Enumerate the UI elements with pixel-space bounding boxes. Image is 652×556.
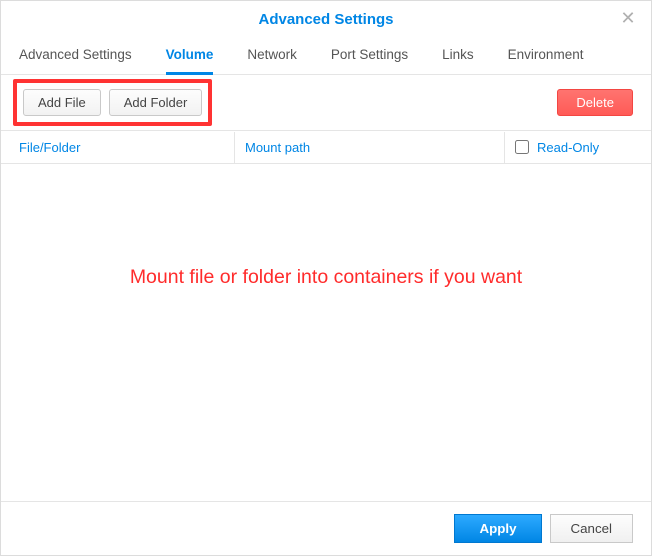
tab-network[interactable]: Network (247, 37, 297, 74)
read-only-label: Read-Only (537, 140, 599, 155)
add-folder-button[interactable]: Add Folder (109, 89, 203, 116)
apply-button[interactable]: Apply (454, 514, 541, 543)
tab-port-settings[interactable]: Port Settings (331, 37, 408, 74)
tab-links[interactable]: Links (442, 37, 474, 74)
tab-content-volume: Add File Add Folder Delete File/Folder M… (1, 75, 651, 502)
annotation-text: Mount file or folder into containers if … (1, 164, 651, 501)
volume-table-header: File/Folder Mount path Read-Only (1, 130, 651, 164)
tab-environment[interactable]: Environment (508, 37, 584, 74)
cancel-button[interactable]: Cancel (550, 514, 634, 543)
advanced-settings-dialog: Advanced Settings ✕ Advanced Settings Vo… (0, 0, 652, 556)
column-mount-path[interactable]: Mount path (235, 132, 505, 163)
volume-toolbar: Add File Add Folder Delete (1, 75, 651, 130)
tab-bar: Advanced Settings Volume Network Port Se… (1, 37, 651, 75)
add-file-button[interactable]: Add File (23, 89, 101, 116)
close-icon[interactable]: ✕ (619, 9, 637, 27)
dialog-title: Advanced Settings (258, 11, 393, 28)
tab-volume[interactable]: Volume (166, 37, 214, 74)
column-read-only[interactable]: Read-Only (505, 132, 633, 163)
read-only-header-checkbox[interactable] (515, 140, 529, 154)
delete-button[interactable]: Delete (557, 89, 633, 116)
highlighted-add-buttons: Add File Add Folder (13, 79, 212, 126)
tab-advanced-settings[interactable]: Advanced Settings (19, 37, 132, 74)
dialog-footer: Apply Cancel (1, 502, 651, 555)
titlebar: Advanced Settings ✕ (1, 1, 651, 37)
column-file-folder[interactable]: File/Folder (19, 132, 235, 163)
